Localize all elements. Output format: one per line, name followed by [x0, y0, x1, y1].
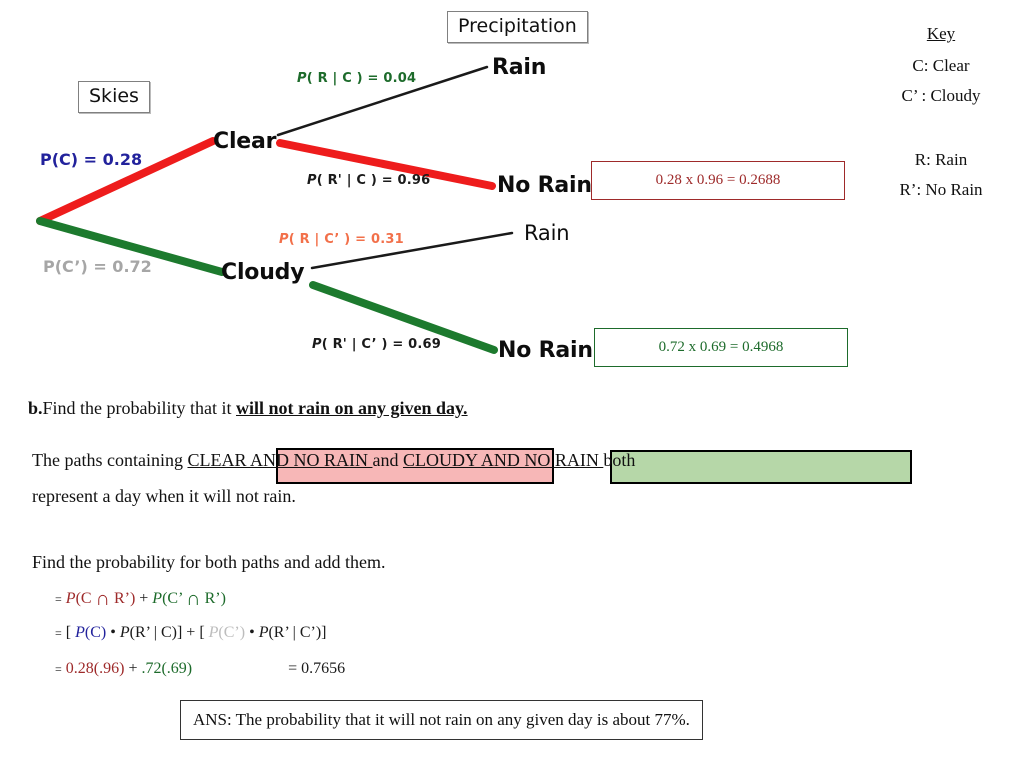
node-clear: Clear [213, 129, 277, 154]
eq2-p3: P [208, 624, 219, 641]
label-p-symbol: P [279, 232, 289, 247]
label-p-text: ( R | C’ ) = 0.31 [288, 232, 404, 247]
eq2-open-2: [ [199, 624, 209, 641]
question-b: b.Find the probability that it will not … [28, 398, 468, 419]
eq3-red-term: 0.28(.96) [65, 660, 125, 677]
label-p-rain-given-cloudy: P( R | C’ ) = 0.31 [279, 232, 404, 247]
result-box-clear-norain: 0.28 x 0.96 = 0.2688 [591, 161, 845, 200]
header-box-skies: Skies [78, 81, 150, 113]
label-p-text: ( R' | C’ ) = 0.69 [321, 337, 442, 352]
question-lead: Find the probability that it [42, 398, 236, 418]
eq1-intersection-1: ∩ [95, 588, 110, 610]
node-cloudy: Cloudy [221, 260, 305, 285]
eq2-equals: = [55, 626, 62, 640]
header-box-precipitation: Precipitation [447, 11, 588, 43]
eq2-p1: P [75, 624, 85, 641]
label-p-text: ( R | C ) = 0.04 [306, 71, 417, 86]
result-box-cloudy-norain: 0.72 x 0.69 = 0.4968 [594, 328, 848, 367]
explanation-both: both [603, 450, 636, 470]
eq2-p2: P [119, 624, 130, 641]
label-p-clear: P(C) = 0.28 [40, 150, 143, 169]
key-panel: Key C: Clear C’ : Cloudy R: Rain R’: No … [858, 24, 1024, 200]
label-p-norain-given-cloudy: P( R' | C’ ) = 0.69 [312, 337, 441, 352]
eq3-green-term: .72(.69) [141, 660, 193, 677]
equation-line-1: = P(C ∩ R’) + P(C’ ∩ R’) [55, 588, 226, 611]
eq1-t4: R’) [200, 590, 226, 607]
explanation-and: and [372, 450, 403, 470]
label-p-symbol: P [297, 71, 307, 86]
node-norain-clear: No Rain [497, 173, 592, 198]
eq2-dot-1: • [106, 624, 120, 641]
path-cloudy: CLOUDY AND NO RAIN [402, 450, 604, 470]
highlight-cloudy-and-no-rain [610, 450, 912, 484]
eq1-plus: + [139, 590, 149, 607]
label-p-symbol: P [307, 173, 317, 188]
equation-line-3: = 0.28(.96) + .72(.69) = 0.7656 [55, 660, 345, 678]
eq2-t4: (R’ | C’)] [268, 624, 327, 641]
eq2-t3: (C’) [218, 624, 246, 641]
slide-canvas: Skies Precipitation P(C) = 0.28 P(C’) = … [0, 0, 1024, 768]
label-p-text: ( R' | C ) = 0.96 [316, 173, 431, 188]
label-p-rain-given-clear: P( R | C ) = 0.04 [297, 71, 416, 86]
eq2-open-1: [ [65, 624, 76, 641]
node-rain-clear: Rain [492, 55, 547, 80]
path-clear: CLEAR AND NO RAIN [187, 450, 373, 470]
eq1-t1: (C [75, 590, 96, 607]
node-rain-cloudy: Rain [524, 221, 570, 245]
explanation-line-2: represent a day when it will not rain. [32, 486, 296, 506]
key-item-rain: R: Rain [914, 150, 968, 169]
label-p-cloudy: P(C’) = 0.72 [43, 257, 152, 276]
eq1-p2: P [152, 590, 163, 607]
eq2-p4: P [258, 624, 269, 641]
equation-line-2: = [ P(C) • P(R’ | C)] + [ P(C’) • P(R’ |… [55, 624, 326, 642]
eq3-result: = 0.7656 [288, 660, 346, 677]
eq1-p1: P [65, 590, 76, 607]
key-item-cloudy: C’ : Cloudy [901, 86, 981, 105]
question-marker: b. [28, 398, 43, 418]
eq1-t2: R’) [109, 590, 136, 607]
key-title: Key [926, 24, 956, 43]
eq1-intersection-2: ∩ [186, 588, 201, 610]
eq3-equals: = [55, 662, 62, 676]
eq1-t3: (C’ [162, 590, 187, 607]
eq3-plus: + [128, 660, 138, 677]
question-emphasis: will not rain on any given day. [236, 398, 468, 418]
eq1-equals: = [55, 592, 62, 606]
eq2-plus: + [182, 624, 200, 641]
key-item-clear: C: Clear [912, 56, 970, 75]
eq2-dot-2: • [245, 624, 259, 641]
eq2-t2: (R’ | C)] [129, 624, 183, 641]
eq2-t1: (C) [84, 624, 107, 641]
label-p-norain-given-clear: P( R' | C ) = 0.96 [307, 173, 430, 188]
key-item-norain: R’: No Rain [899, 180, 983, 199]
label-p-symbol: P [312, 337, 322, 352]
answer-box: ANS: The probability that it will not ra… [180, 700, 703, 740]
explanation-line-1: The paths containing CLEAR AND NO RAIN a… [32, 450, 635, 471]
node-norain-cloudy: No Rain [498, 338, 593, 363]
instruction-line: Find the probability for both paths and … [32, 552, 386, 572]
explanation-lead: The paths containing [32, 450, 188, 470]
